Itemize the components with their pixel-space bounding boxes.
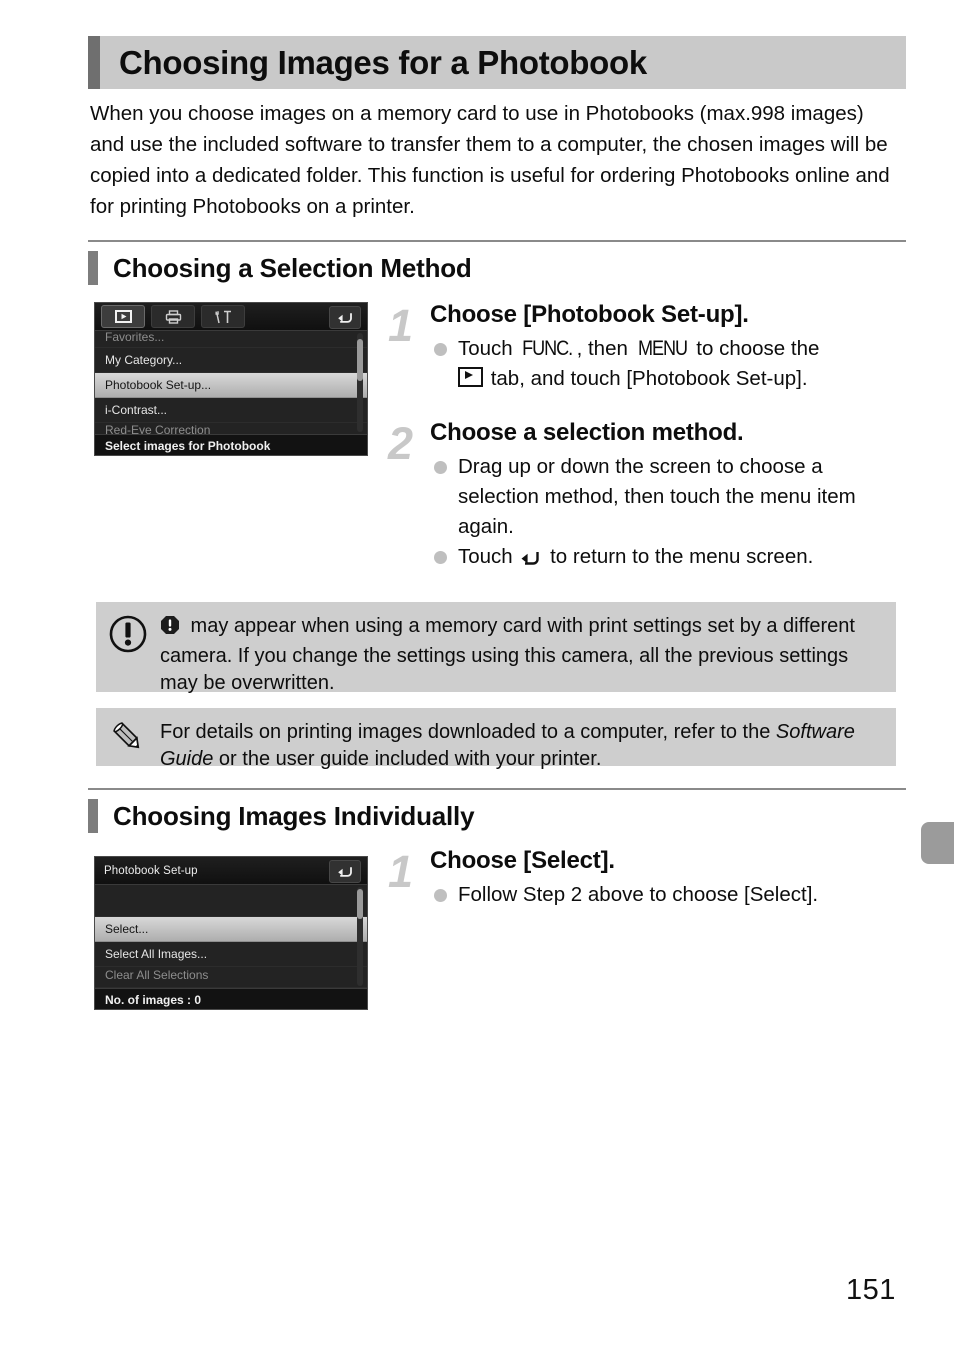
back-arrow-icon[interactable]: [329, 860, 361, 883]
print-tab-icon[interactable]: [151, 305, 195, 328]
exclamation-octagon-icon: [160, 615, 180, 643]
step-number: 1: [388, 846, 413, 897]
scrollbar-thumb[interactable]: [357, 339, 363, 381]
camera-screen-photobook-setup: Photobook Set-up Select... Select All Im…: [94, 856, 368, 1010]
playback-tab-icon[interactable]: [101, 305, 145, 328]
pencil-icon: [96, 708, 160, 754]
note-text-after: or the user guide included with your pri…: [213, 748, 602, 770]
bullet-text-b: , then: [576, 337, 634, 360]
warning-text-body: may appear when using a memory card with…: [160, 615, 855, 694]
bullet-dot-icon: [434, 343, 447, 356]
page-title: Choosing Images for a Photobook: [119, 43, 647, 81]
bullet-text-d: tab, and touch [Photobook Set-up].: [485, 367, 808, 390]
camera-screen-menu: Favorites... My Category... Photobook Se…: [94, 302, 368, 456]
camera-screen-status: No. of images : 0: [95, 988, 367, 1009]
bullet-text-b: to return to the menu screen.: [544, 545, 814, 568]
section-divider-rule: [88, 240, 906, 242]
warning-callout-text: may appear when using a memory card with…: [160, 602, 896, 697]
camera-screen-list[interactable]: Favorites... My Category... Photobook Se…: [95, 331, 367, 434]
bullet-item: Drag up or down the screen to choose a s…: [430, 452, 904, 542]
list-item-selected[interactable]: Select...: [95, 917, 367, 942]
list-item-selected[interactable]: Photobook Set-up...: [95, 373, 367, 398]
exclamation-circle-icon: [96, 602, 160, 654]
section-accent-bar: [88, 799, 98, 833]
step-title: Choose a selection method.: [430, 419, 744, 446]
settings-tab-icon[interactable]: [201, 305, 245, 328]
bullet-text-c: to choose the: [690, 337, 820, 360]
scrollbar[interactable]: [357, 333, 363, 432]
bullet-dot-icon: [434, 461, 447, 474]
menu-button-label: MENU: [637, 337, 688, 360]
list-item[interactable]: Red-Eye Correction: [95, 423, 367, 434]
bullet-dot-icon: [434, 889, 447, 902]
bullet-item: Touch FUNC., then MENU to choose the tab…: [430, 334, 904, 394]
section-heading-images-individually: Choosing Images Individually: [88, 788, 906, 836]
back-arrow-glyph-icon: [520, 546, 542, 576]
intro-paragraph: When you choose images on a memory card …: [90, 102, 890, 218]
section-heading-label: Choosing a Selection Method: [113, 252, 472, 283]
step-bullet-list: Drag up or down the screen to choose a s…: [430, 452, 904, 576]
bullet-dot-icon: [434, 551, 447, 564]
warning-callout: may appear when using a memory card with…: [96, 602, 896, 694]
camera-screen-status: Select images for Photobook: [95, 434, 367, 455]
bullet-item: Follow Step 2 above to choose [Select].: [430, 880, 904, 910]
note-callout: For details on printing images downloade…: [96, 708, 896, 770]
camera-screen-titlebar: Photobook Set-up: [95, 857, 367, 885]
camera-screen-list[interactable]: Select... Select All Images... Clear All…: [95, 885, 367, 988]
func-button-label: FUNC.: [522, 337, 573, 360]
camera-screen-tabbar: [95, 303, 367, 331]
list-item[interactable]: i-Contrast...: [95, 398, 367, 423]
step-1: 1 Choose [Photobook Set-up]. Touch FUNC.…: [388, 300, 904, 394]
title-accent-bar: [88, 36, 100, 89]
step-number: 2: [388, 418, 413, 469]
list-item[interactable]: Favorites...: [95, 331, 367, 348]
bullet-text-a: Touch: [458, 545, 519, 568]
list-item[interactable]: [95, 885, 367, 917]
list-item[interactable]: Select All Images...: [95, 942, 367, 967]
note-text-before: For details on printing images downloade…: [160, 721, 776, 743]
bullet-text: Follow Step 2 above to choose [Select].: [458, 883, 819, 906]
step-3: 1 Choose [Select]. Follow Step 2 above t…: [388, 846, 904, 910]
camera-screen-title: Photobook Set-up: [104, 864, 198, 877]
list-item[interactable]: My Category...: [95, 348, 367, 373]
step-number: 1: [388, 300, 413, 351]
bullet-text-a: Touch: [458, 337, 519, 360]
scrollbar-thumb[interactable]: [357, 889, 363, 919]
bullet-item: Touch to return to the menu screen.: [430, 542, 904, 576]
step-title: Choose [Photobook Set-up].: [430, 301, 749, 328]
list-item[interactable]: Clear All Selections: [95, 967, 367, 988]
page-title-banner: Choosing Images for a Photobook: [88, 36, 906, 89]
step-bullet-list: Touch FUNC., then MENU to choose the tab…: [430, 334, 904, 394]
section-heading-label: Choosing Images Individually: [113, 800, 475, 831]
playback-tab-glyph-icon: [458, 367, 483, 387]
back-arrow-icon[interactable]: [329, 306, 361, 329]
section-accent-bar: [88, 251, 98, 285]
note-callout-text: For details on printing images downloade…: [160, 708, 896, 773]
step-bullet-list: Follow Step 2 above to choose [Select].: [430, 880, 904, 910]
bullet-text: Drag up or down the screen to choose a s…: [458, 455, 856, 538]
step-title: Choose [Select].: [430, 847, 615, 874]
chapter-edge-tab: [921, 822, 954, 864]
section-heading-selection-method: Choosing a Selection Method: [88, 240, 906, 288]
scrollbar[interactable]: [357, 887, 363, 986]
page-number: 151: [846, 1274, 896, 1306]
step-2: 2 Choose a selection method. Drag up or …: [388, 418, 904, 576]
section-divider-rule: [88, 788, 906, 790]
